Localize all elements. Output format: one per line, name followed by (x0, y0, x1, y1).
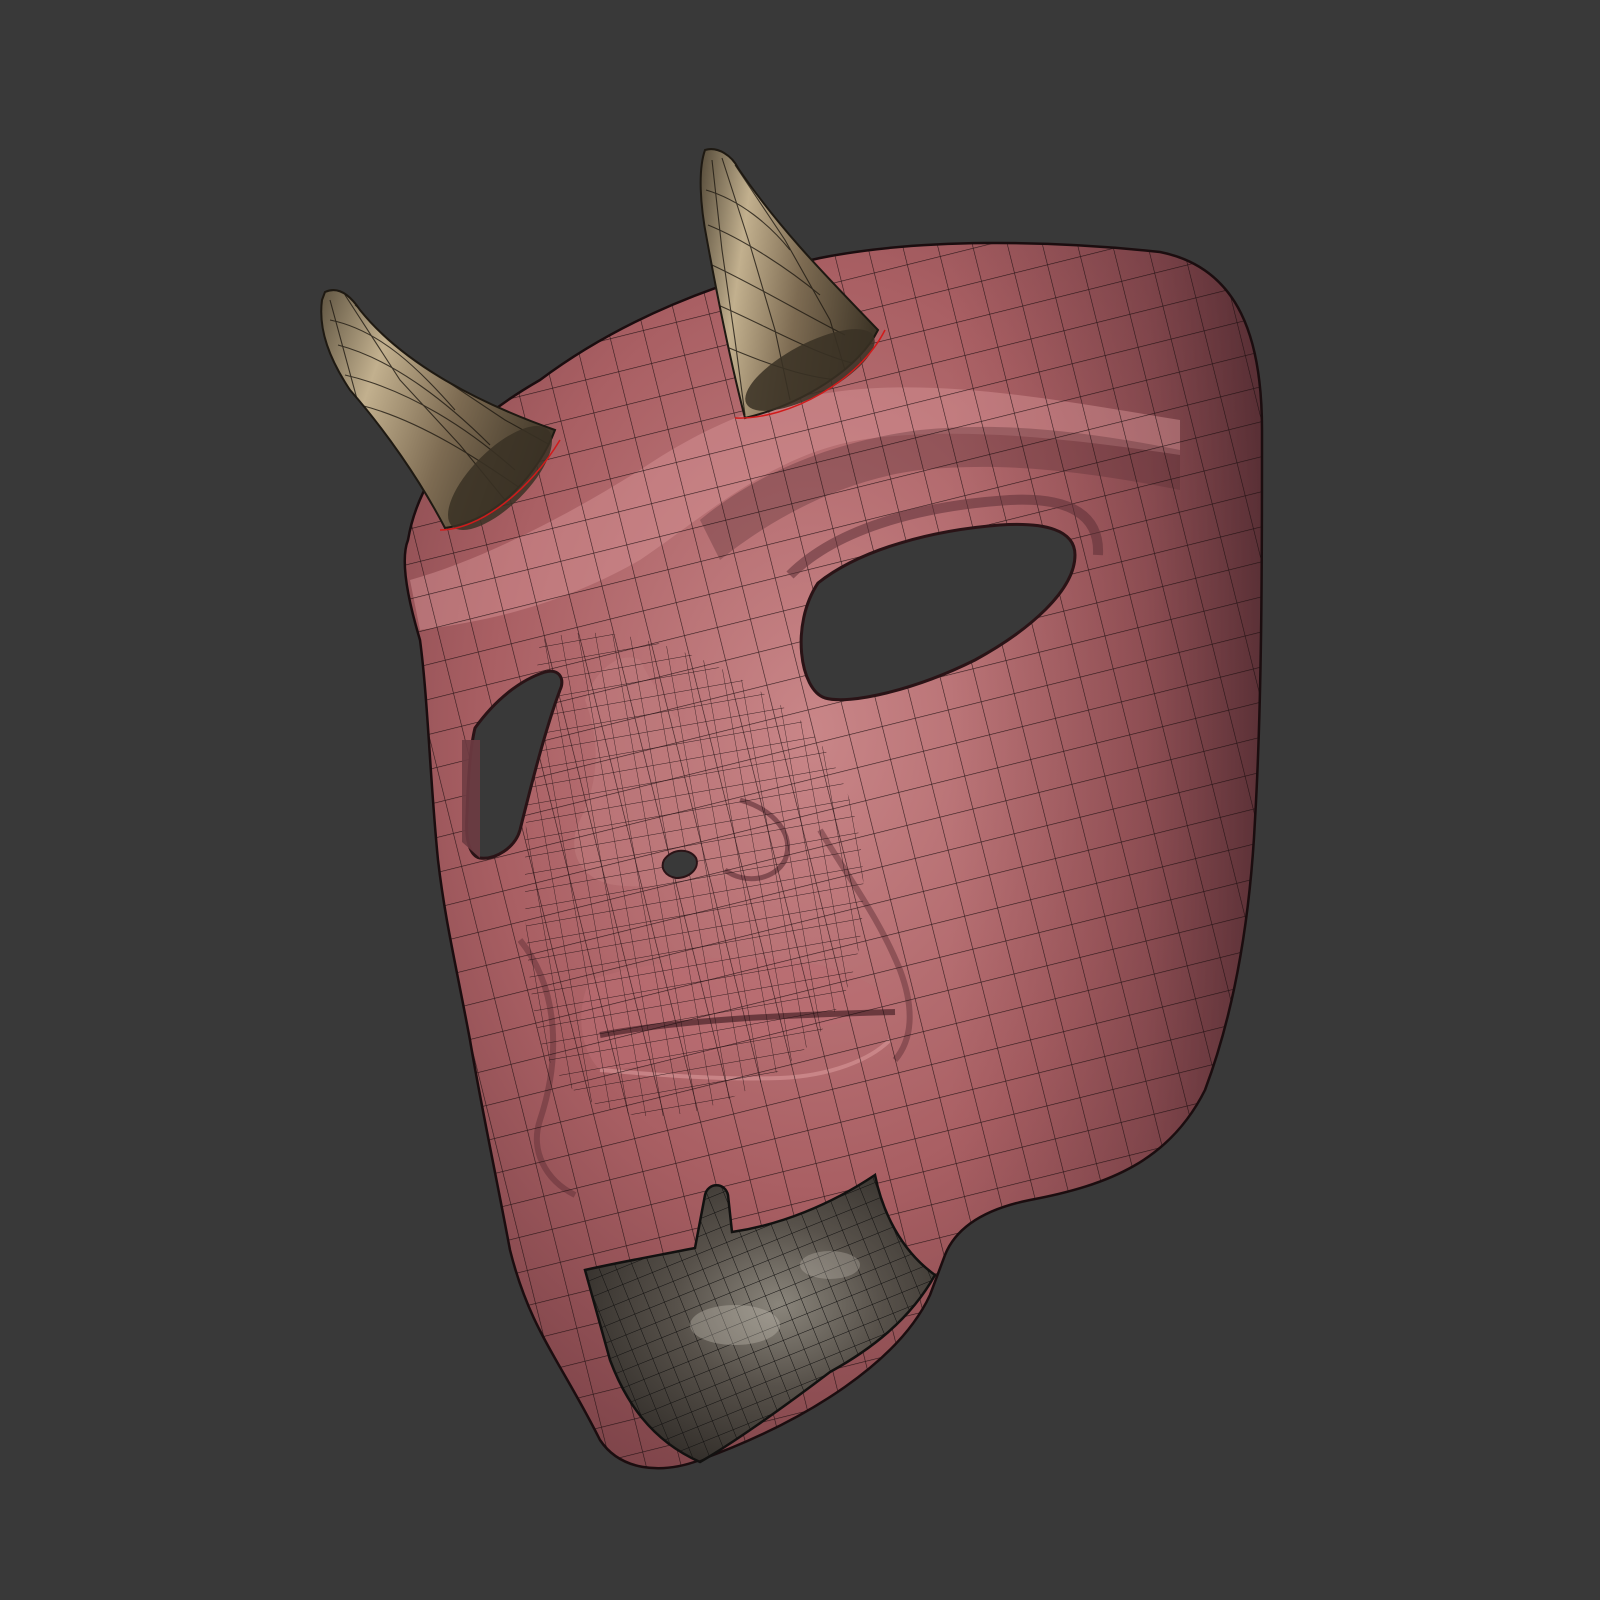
mask-render (0, 0, 1600, 1600)
render-viewport (0, 0, 1600, 1600)
